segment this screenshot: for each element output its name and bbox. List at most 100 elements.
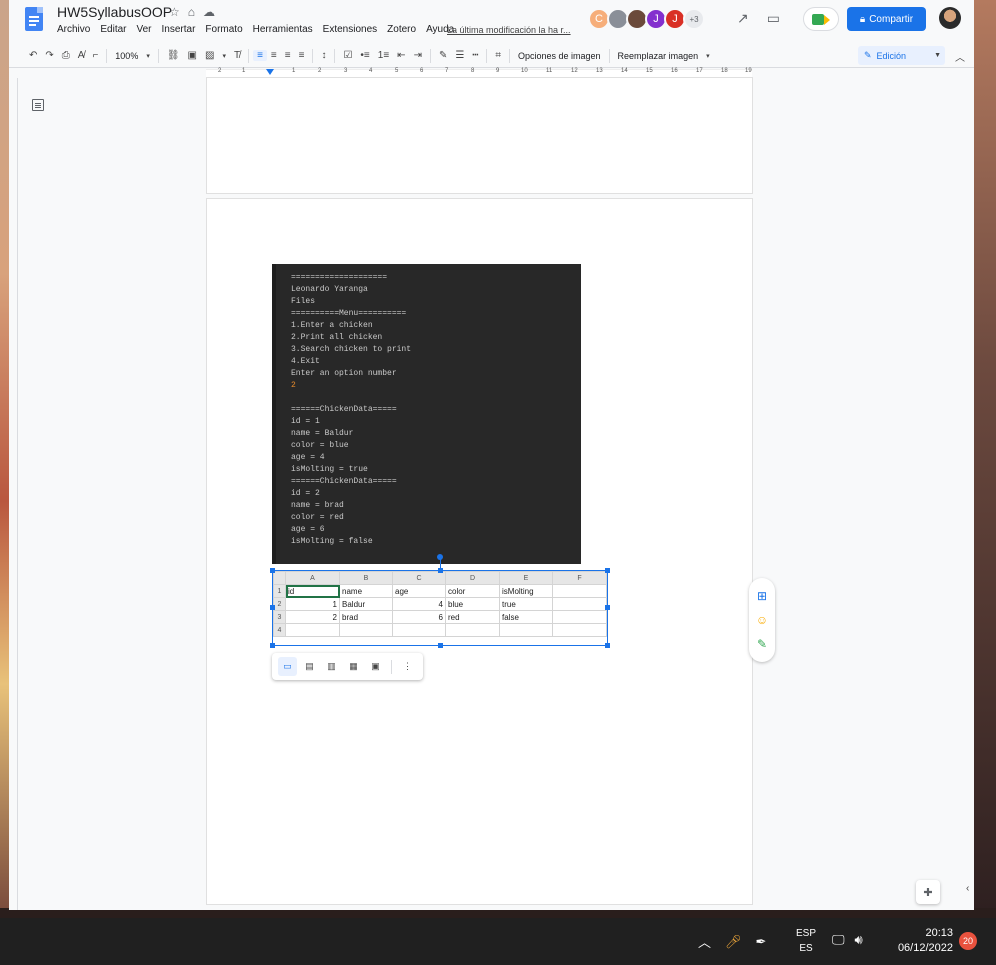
menu-archivo[interactable]: Archivo [57,24,95,35]
numbered-list-icon[interactable]: 1≡ [374,50,393,61]
ruler-mark: 15 [646,68,653,74]
border-dash-icon[interactable]: ┅ [468,50,482,61]
print-icon[interactable]: ⎙ [58,50,74,61]
floating-actions: ⊞ ☺ ✎ [749,578,775,662]
justify-icon[interactable]: ≡ [295,50,309,61]
table-cell [445,623,500,637]
suggest-edit-icon[interactable]: ✎ [757,637,767,651]
border-weight-icon[interactable]: ☰ [451,50,468,61]
share-button-label: Compartir [869,13,914,25]
link-icon[interactable]: ⛓ [163,50,184,61]
cloud-status-icon[interactable]: ☁ [203,5,215,19]
checklist-icon[interactable]: ☑ [339,50,356,61]
resize-handle[interactable] [270,605,275,610]
more-collaborators-badge[interactable]: +3 [683,8,705,30]
resize-handle[interactable] [605,605,610,610]
break-text-icon[interactable]: ▥ [322,657,341,676]
row-header: 4 [273,623,286,637]
insert-image-icon[interactable]: ▨ [201,50,218,61]
behind-text-icon[interactable]: ▦ [344,657,363,676]
menu-editar[interactable]: Editar [100,24,131,35]
add-comment-icon[interactable]: ⊞ [757,589,767,603]
pen-icon[interactable]: ✒ [756,934,767,950]
notification-badge[interactable]: 20 [959,932,977,950]
undo-icon[interactable]: ↶ [25,50,41,61]
decrease-indent-icon[interactable]: ⇤ [393,50,409,61]
console-line: id = 2 [291,489,320,498]
border-color-icon[interactable]: ✎ [435,50,451,61]
table-cell: 2 [285,610,340,624]
collapse-menus-icon[interactable]: ︿ [955,49,965,64]
microphone-icon[interactable]: 🎤︎ [725,934,742,950]
account-avatar[interactable] [939,7,961,29]
activity-trend-icon[interactable]: ↗ [737,10,749,27]
last-edit-link[interactable]: La última modificación la ha r... [447,25,571,35]
resize-handle[interactable] [270,643,275,648]
console-line: isMolting = false [291,537,373,546]
resize-handle[interactable] [438,643,443,648]
spellcheck-icon[interactable]: A̸ [74,50,89,61]
editing-mode-select[interactable]: ✎ Edición ▼ [858,46,945,65]
explore-button[interactable]: ✚ [916,880,940,904]
resize-handle[interactable] [438,568,443,573]
crop-icon[interactable]: ⌗ [491,50,505,61]
bulleted-list-icon[interactable]: •≡ [356,50,373,61]
paint-format-icon[interactable]: ⌐ [88,50,102,61]
resize-handle[interactable] [270,568,275,573]
document-title[interactable]: HW5SyllabusOOP [57,4,172,20]
toolbar-divider [508,48,510,63]
menu-extensiones[interactable]: Extensiones [323,24,382,35]
redo-icon[interactable]: ↷ [41,50,57,61]
in-front-of-text-icon[interactable]: ▣ [366,657,385,676]
clear-formatting-icon[interactable]: T̸ [230,50,244,61]
chevron-up-icon[interactable]: ︿ [698,932,711,951]
comments-icon[interactable]: ▭ [767,10,780,27]
menu-formato[interactable]: Formato [205,24,247,35]
move-folder-icon[interactable]: ⌂ [188,5,195,19]
volume-icon[interactable]: 🔊︎ [855,932,863,948]
meet-button[interactable] [803,7,839,31]
toolbar-divider [312,48,314,63]
replace-image-button[interactable]: Reemplazar imagen [614,51,703,61]
image-options-button[interactable]: Opciones de imagen [514,51,605,61]
spreadsheet-image[interactable]: A B C D E F 1 id name age color isMoltin… [270,568,610,648]
input-language[interactable]: ESP ES [796,926,816,956]
more-options-icon[interactable]: ⋮ [398,657,417,676]
vertical-ruler [9,78,18,910]
ruler-mark: 5 [395,68,399,74]
resize-handle[interactable] [605,568,610,573]
menu-ver[interactable]: Ver [136,24,156,35]
console-line: ==========Menu========== [291,309,407,318]
table-cell [552,597,607,611]
add-comment-icon[interactable]: ▣ [184,50,201,61]
console-output-image[interactable]: ==================== Leonardo Yaranga Fi… [272,264,581,564]
resize-handle[interactable] [605,643,610,648]
emoji-reaction-icon[interactable]: ☺ [756,613,768,627]
console-user-input: 2 [291,381,296,390]
line-spacing-icon[interactable]: ↕ [317,50,330,61]
menu-herramientas[interactable]: Herramientas [253,24,318,35]
menu-zotero[interactable]: Zotero [387,24,421,35]
menu-bar: Archivo Editar Ver Insertar Formato Herr… [57,24,464,35]
ruler-mark: 9 [496,68,500,74]
console-line: age = 4 [291,453,325,462]
align-right-icon[interactable]: ≡ [281,50,295,61]
menu-insertar[interactable]: Insertar [162,24,201,35]
increase-indent-icon[interactable]: ⇥ [410,50,426,61]
zoom-select[interactable]: 100% [111,51,142,61]
star-icon[interactable]: ☆ [169,5,180,19]
clock[interactable]: 20:13 06/12/2022 [893,926,953,956]
google-docs-logo-icon[interactable] [25,7,43,31]
align-center-icon[interactable]: ≡ [267,50,281,61]
chevron-left-icon[interactable]: ‹ [966,883,974,903]
document-outline-icon[interactable] [32,99,44,111]
indent-marker[interactable] [266,69,274,75]
table-cell [552,623,607,637]
align-left-icon[interactable]: ≡ [253,50,267,61]
rotate-handle[interactable] [437,554,443,560]
wrap-inline-icon[interactable]: ▭ [278,657,297,676]
chevron-down-icon: ▾ [222,52,226,60]
network-icon[interactable]: 🖵︎ [832,932,845,948]
wrap-text-icon[interactable]: ▤ [300,657,319,676]
share-button[interactable]: 🔒︎ Compartir [847,7,926,31]
